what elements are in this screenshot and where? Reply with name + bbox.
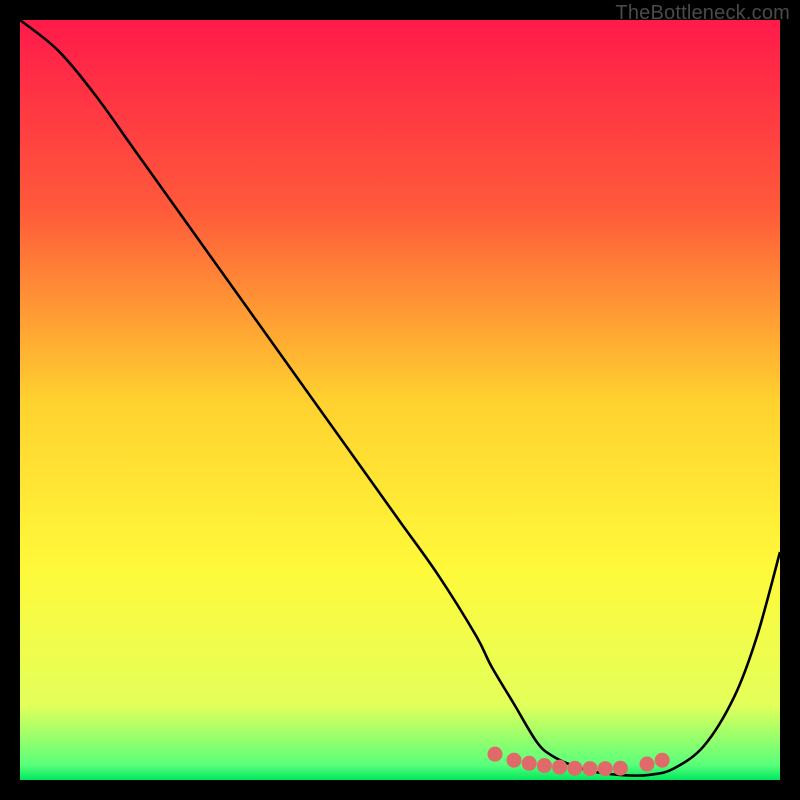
gradient-background: [20, 20, 780, 780]
highlight-dot: [567, 761, 582, 776]
highlight-dot: [598, 761, 613, 776]
chart-canvas: [20, 20, 780, 780]
highlight-dot: [507, 753, 522, 768]
highlight-dot: [488, 747, 503, 762]
highlight-dot: [537, 758, 552, 773]
chart-svg: [20, 20, 780, 780]
watermark-text: TheBottleneck.com: [615, 2, 790, 25]
highlight-dot: [583, 761, 598, 776]
highlight-dot: [655, 753, 670, 768]
highlight-dot: [640, 757, 655, 772]
highlight-dot: [522, 756, 537, 771]
highlight-dot: [613, 761, 628, 776]
highlight-dot: [552, 760, 567, 775]
